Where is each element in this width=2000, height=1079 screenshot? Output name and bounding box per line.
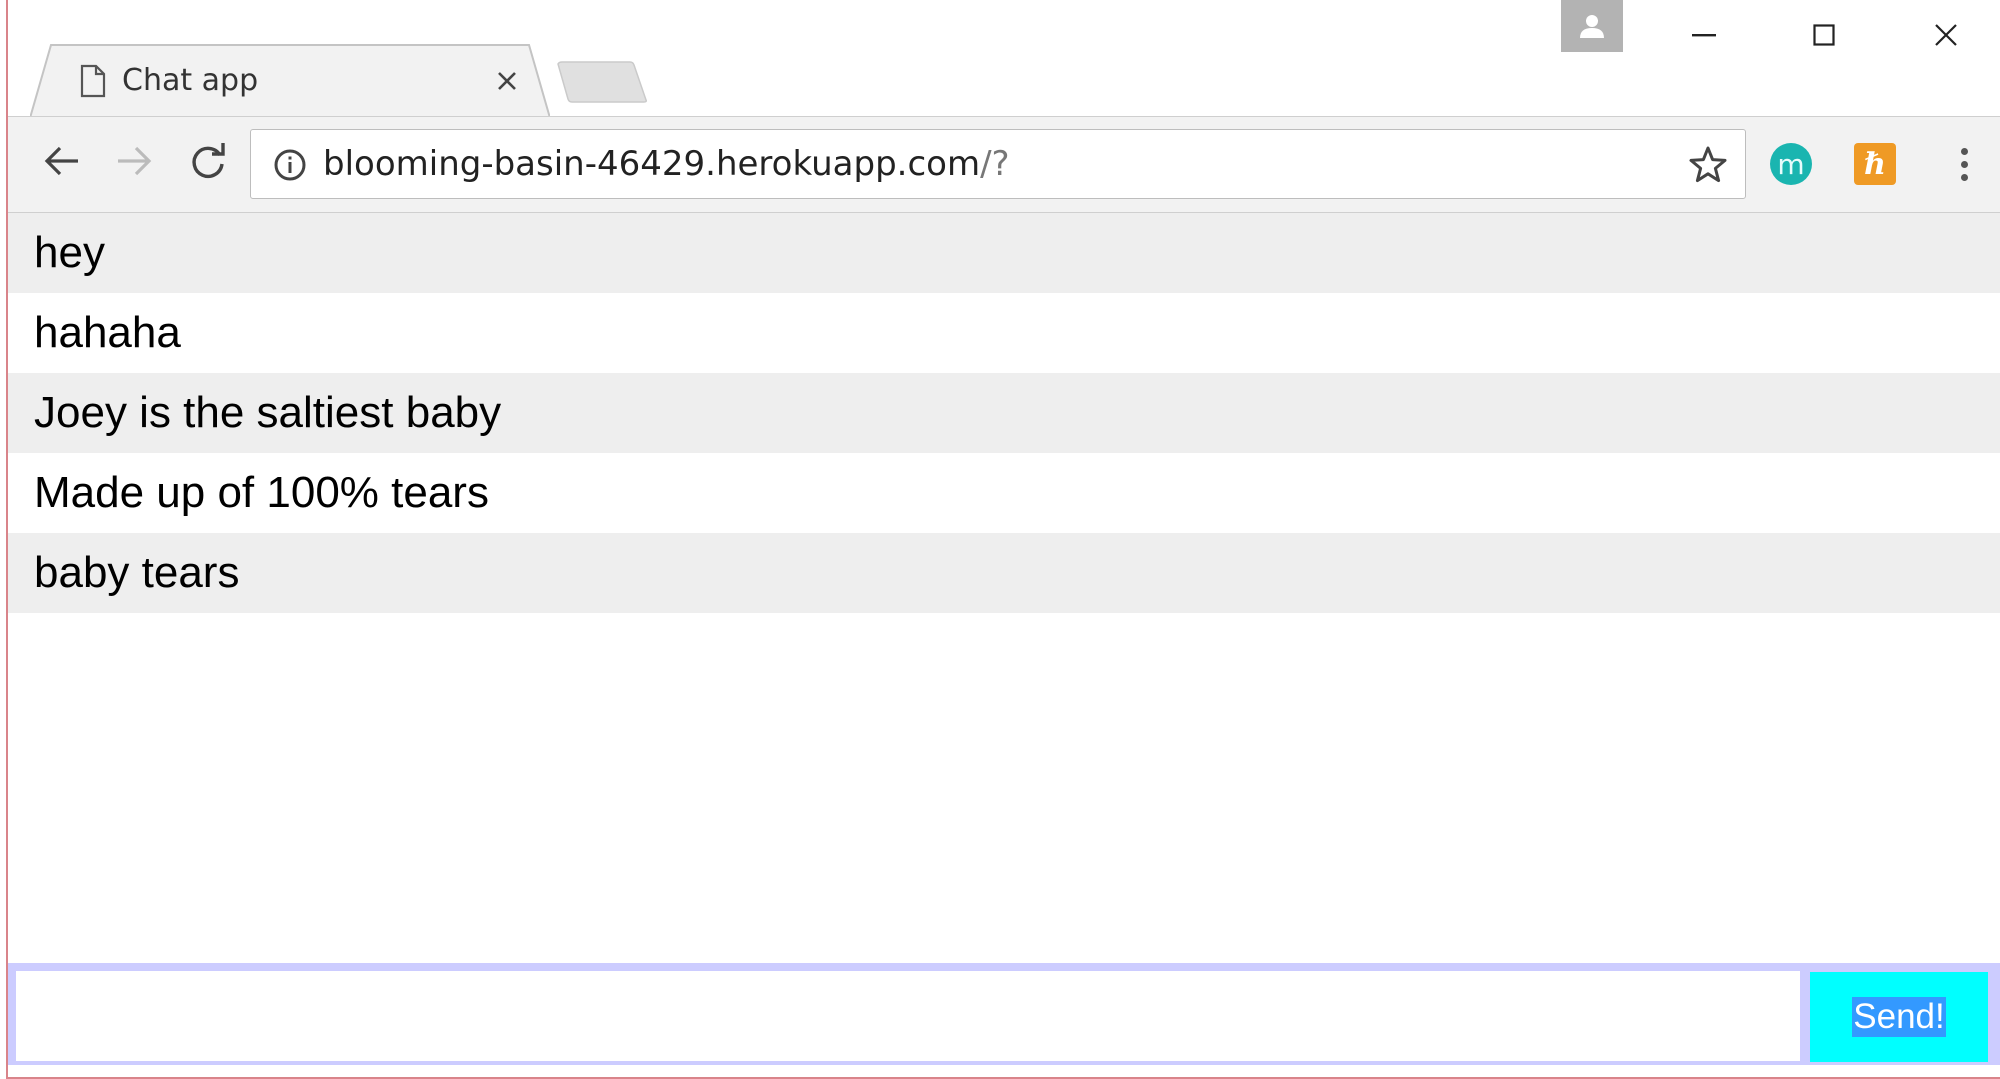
tab-close-icon[interactable]	[492, 66, 522, 96]
minimize-icon[interactable]	[1644, 0, 1764, 70]
tab-title: Chat app	[122, 63, 259, 98]
browser-toolbar: blooming-basin-46429.herokuapp.com/? m ℏ	[8, 117, 2000, 213]
url-text[interactable]: blooming-basin-46429.herokuapp.com/?	[323, 144, 1010, 184]
h-extension-icon[interactable]: ℏ	[1854, 143, 1896, 185]
info-icon[interactable]	[273, 148, 307, 182]
reload-icon[interactable]	[180, 133, 236, 189]
h-extension-label: ℏ	[1864, 146, 1886, 182]
new-tab-icon[interactable]	[556, 60, 648, 104]
person-icon[interactable]	[1561, 0, 1623, 52]
title-bar: Chat app	[8, 0, 2000, 118]
arrow-left-icon[interactable]	[34, 133, 90, 189]
address-bar[interactable]: blooming-basin-46429.herokuapp.com/?	[250, 129, 1746, 199]
message-item: Joey is the saltiest baby	[8, 373, 2000, 453]
message-list: hey hahaha Joey is the saltiest baby Mad…	[8, 213, 2000, 613]
send-button-label: Send!	[1852, 997, 1946, 1037]
chat-page: hey hahaha Joey is the saltiest baby Mad…	[8, 213, 2000, 963]
page-icon	[80, 64, 106, 98]
maximize-icon[interactable]	[1764, 0, 1884, 70]
message-item: baby tears	[8, 533, 2000, 613]
message-item: hahaha	[8, 293, 2000, 373]
browser-window: Chat app blooming-basin-46429.herokuapp.…	[6, 0, 2000, 1079]
compose-bar: Send!	[8, 963, 2000, 1065]
m-extension-icon[interactable]: m	[1770, 143, 1812, 185]
window-close-icon[interactable]	[1886, 0, 2000, 70]
url-path: /?	[980, 144, 1010, 184]
message-input[interactable]	[16, 971, 1800, 1061]
tab-chat-app[interactable]	[30, 44, 550, 118]
message-item: Made up of 100% tears	[8, 453, 2000, 533]
m-extension-label: m	[1777, 147, 1805, 181]
message-item: hey	[8, 213, 2000, 293]
arrow-right-icon[interactable]	[106, 133, 162, 189]
send-button[interactable]: Send!	[1810, 972, 1988, 1062]
url-host: blooming-basin-46429.herokuapp.com	[323, 144, 981, 184]
star-icon[interactable]	[1689, 146, 1727, 184]
vertical-dots-icon[interactable]	[1944, 139, 1984, 189]
